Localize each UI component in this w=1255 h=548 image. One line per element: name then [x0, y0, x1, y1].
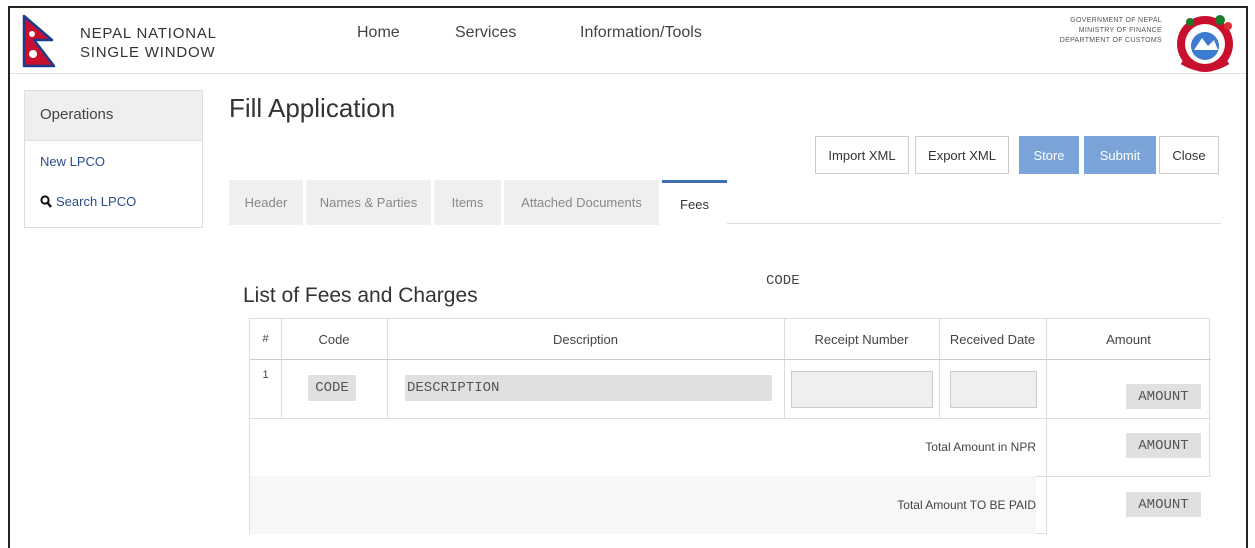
col-header-received-date: Received Date	[949, 331, 1036, 347]
export-xml-button[interactable]: Export XML	[915, 136, 1009, 174]
total-paid-value: AMOUNT	[1126, 492, 1201, 517]
fees-list-title: List of Fees and Charges	[243, 284, 478, 307]
store-button[interactable]: Store	[1019, 136, 1079, 174]
tab-names-parties[interactable]: Names & Parties	[306, 180, 431, 225]
col-header-receipt-number: Receipt Number	[814, 331, 909, 347]
gov-line-2: MINISTRY OF FINANCE	[1078, 27, 1162, 34]
search-icon	[40, 194, 52, 208]
row-description: DESCRIPTION	[405, 375, 772, 401]
sidebar-item-label: New LPCO	[40, 153, 106, 169]
close-button[interactable]: Close	[1159, 136, 1219, 174]
tab-fees[interactable]: Fees	[662, 180, 727, 225]
government-label: GOVERNMENT OF NEPAL MINISTRY OF FINANCE …	[1060, 16, 1162, 46]
total-paid-label: Total Amount TO BE PAID	[250, 476, 1036, 534]
brand-line-1: NEPAL NATIONAL	[80, 25, 217, 42]
operations-sidebar: Operations New LPCO Search LPCO	[24, 90, 203, 228]
sidebar-item-search-lpco[interactable]: Search LPCO	[25, 181, 202, 221]
code-header: CODE	[766, 273, 800, 289]
row-code: CODE	[308, 375, 356, 401]
nav-information-tools[interactable]: Information/Tools	[580, 24, 702, 42]
receipt-number-input[interactable]	[791, 371, 933, 408]
brand-name[interactable]: NEPAL NATIONAL SINGLE WINDOW	[80, 24, 217, 62]
gov-line-1: GOVERNMENT OF NEPAL	[1070, 17, 1162, 24]
sidebar-header: Operations	[25, 91, 202, 141]
col-header-amount: Amount	[1106, 331, 1151, 347]
submit-button[interactable]: Submit	[1084, 136, 1156, 174]
national-emblem-icon	[1177, 15, 1233, 72]
tab-attached-documents[interactable]: Attached Documents	[504, 180, 659, 225]
page-title: Fill Application	[229, 93, 396, 123]
nepal-flag-icon[interactable]	[22, 14, 56, 68]
total-npr-value: AMOUNT	[1126, 433, 1201, 458]
tab-header[interactable]: Header	[229, 180, 303, 225]
sidebar-item-label: Search LPCO	[56, 193, 137, 209]
received-date-input[interactable]	[950, 371, 1037, 408]
fees-table: # Code Description Receipt Number Receiv…	[249, 318, 1211, 535]
col-header-code: Code	[318, 331, 350, 347]
gov-line-3: DEPARTMENT OF CUSTOMS	[1059, 37, 1162, 44]
tab-items[interactable]: Items	[434, 180, 501, 225]
nav-home[interactable]: Home	[357, 24, 400, 42]
row-number: 1	[262, 369, 269, 381]
col-header-description: Description	[552, 331, 619, 347]
sidebar-item-new-lpco[interactable]: New LPCO	[25, 141, 202, 181]
brand-line-2: SINGLE WINDOW	[80, 44, 216, 61]
col-header-number: #	[262, 333, 269, 345]
tab-underline	[727, 223, 1221, 224]
import-xml-button[interactable]: Import XML	[815, 136, 909, 174]
top-bar: NEPAL NATIONAL SINGLE WINDOW Home Servic…	[10, 8, 1246, 74]
total-npr-label: Total Amount in NPR	[925, 440, 1036, 454]
nav-services[interactable]: Services	[455, 24, 516, 42]
row-amount: AMOUNT	[1126, 384, 1201, 409]
